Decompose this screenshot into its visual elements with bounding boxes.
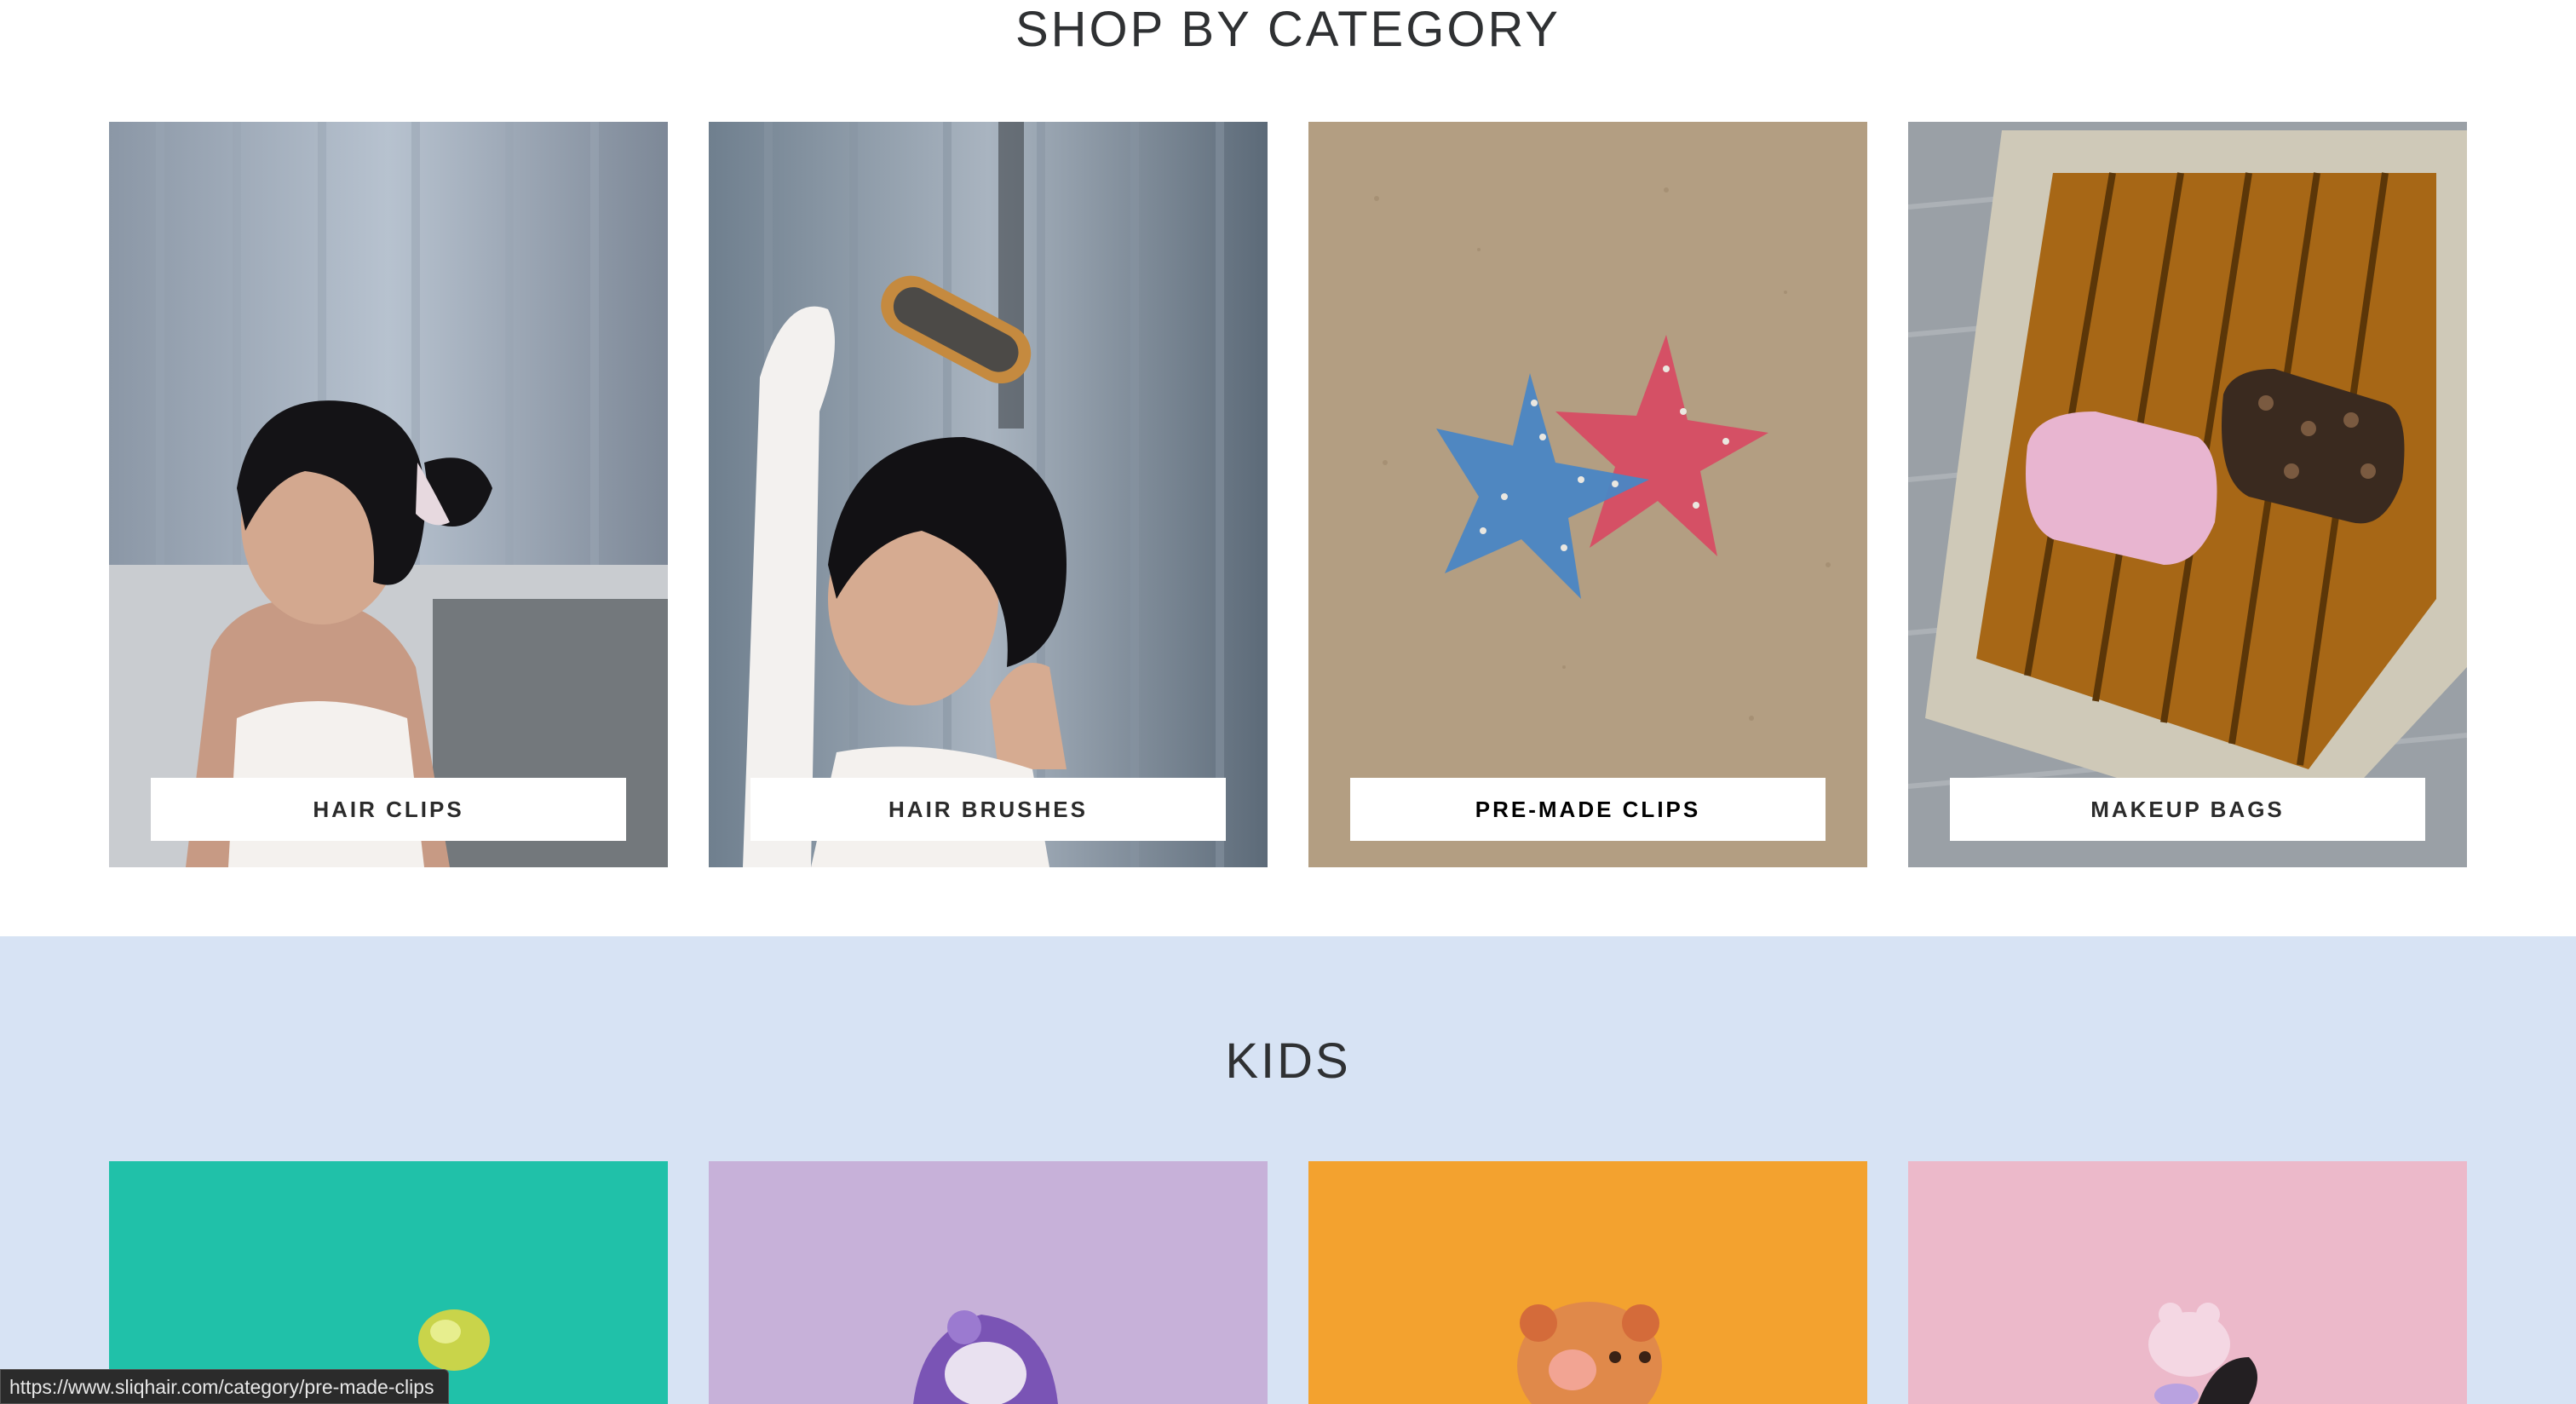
kids-product-card[interactable] [709, 1161, 1268, 1404]
kids-product-card[interactable] [1308, 1161, 1867, 1404]
category-button-hair-clips[interactable]: HAIR CLIPS [151, 778, 626, 841]
kids-product-card[interactable] [109, 1161, 668, 1404]
makeup-bags-on-tray-photo [1908, 122, 2467, 867]
category-card-hair-brushes[interactable]: HAIR BRUSHES [709, 122, 1268, 867]
category-grid: HAIR CLIPS HAIR BRUSHES PRE-MADE CLIPS M… [109, 122, 2467, 867]
category-button-makeup-bags[interactable]: MAKEUP BAGS [1950, 778, 2425, 841]
kids-clip-pink-photo [1908, 1161, 2467, 1404]
section-title-kids: KIDS [1225, 1033, 1351, 1089]
category-button-hair-brushes[interactable]: HAIR BRUSHES [750, 778, 1226, 841]
woman-brushing-hair-photo [709, 122, 1268, 867]
kids-clip-lavender-photo [709, 1161, 1268, 1404]
starfish-clips-on-sand-photo [1308, 122, 1867, 867]
page: SHOP BY CATEGORY HAIR CLIPS HAIR BRUSHES… [0, 0, 2576, 1404]
kids-clip-orange-photo [1308, 1161, 1867, 1404]
category-card-hair-clips[interactable]: HAIR CLIPS [109, 122, 668, 867]
category-card-pre-made-clips[interactable]: PRE-MADE CLIPS [1308, 122, 1867, 867]
category-button-pre-made-clips[interactable]: PRE-MADE CLIPS [1350, 778, 1826, 841]
shop-by-category-section: SHOP BY CATEGORY HAIR CLIPS HAIR BRUSHES… [0, 0, 2576, 936]
section-title-shop-by-category: SHOP BY CATEGORY [1015, 2, 1561, 57]
kids-section: KIDS [0, 936, 2576, 1404]
category-card-makeup-bags[interactable]: MAKEUP BAGS [1908, 122, 2467, 867]
status-bar-url: https://www.sliqhair.com/category/pre-ma… [0, 1369, 449, 1404]
kids-clip-teal-photo [109, 1161, 668, 1404]
woman-with-claw-clip-photo [109, 122, 668, 867]
kids-product-grid [109, 1161, 2467, 1404]
kids-product-card[interactable] [1908, 1161, 2467, 1404]
